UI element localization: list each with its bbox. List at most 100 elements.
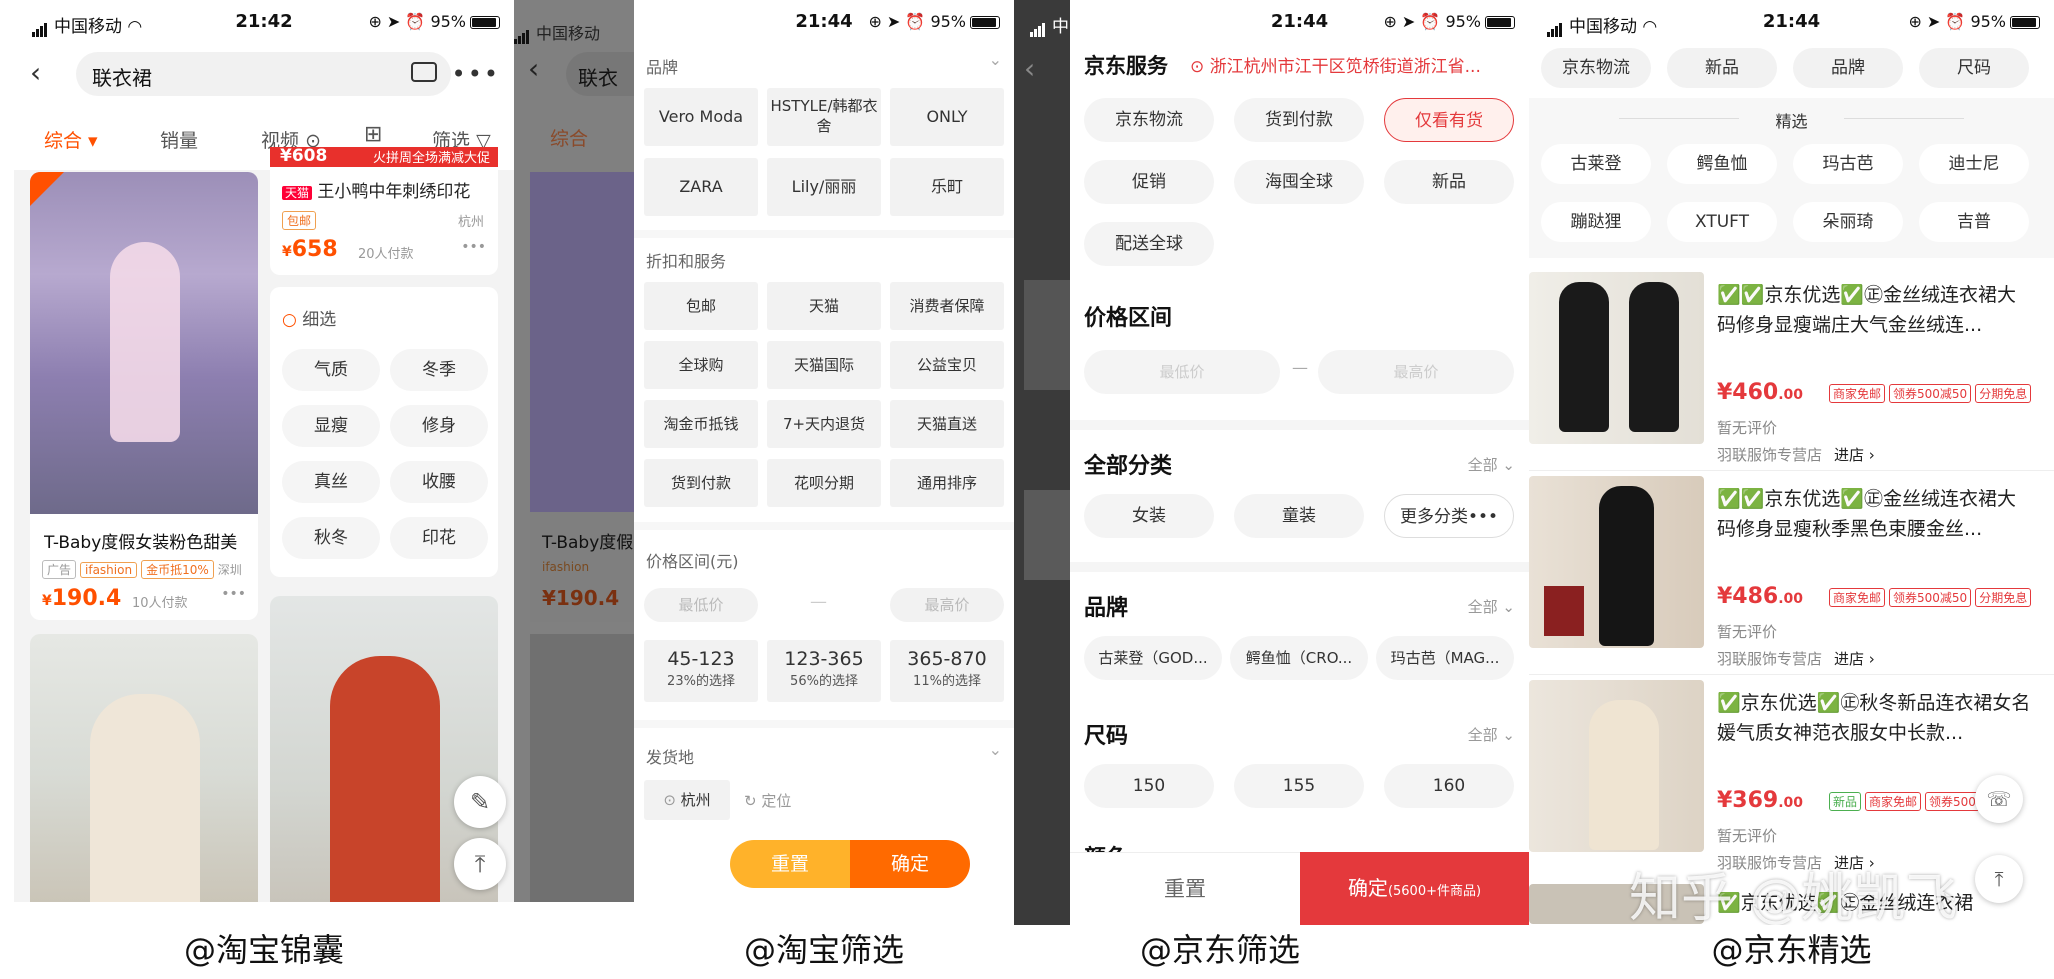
tab-sales[interactable]: 销量 (160, 126, 198, 153)
brand-option[interactable]: ONLY (890, 88, 1004, 146)
max-price-input[interactable]: 最高价 (1318, 350, 1514, 394)
brand-chip[interactable]: 吉普 (1919, 202, 2029, 242)
brand-all-toggle[interactable]: 全部 ⌄ (1468, 596, 1515, 617)
back-icon[interactable]: ‹ (30, 56, 41, 89)
brand-option[interactable]: HSTYLE/韩都衣舍 (767, 88, 881, 146)
refine-chip[interactable]: 真丝 (282, 461, 380, 503)
brand-option[interactable]: 玛古芭（MAG... (1376, 636, 1514, 680)
service-option[interactable]: 天猫直送 (890, 400, 1004, 448)
price-range-option[interactable]: 45-123 23%的选择 (644, 640, 758, 702)
search-input[interactable]: 联衣 (566, 52, 634, 96)
refine-chip[interactable]: 冬季 (390, 349, 488, 391)
size-option[interactable]: 150 (1084, 764, 1214, 808)
refine-chip[interactable]: 印花 (390, 517, 488, 559)
chevron-down-icon[interactable]: ⌄ (989, 740, 1002, 759)
product-card[interactable]: ¥608 火拼周全场满减大促 天猫 王小鸭中年刺绣印花 包邮 杭州 ¥658 20… (270, 147, 498, 275)
quick-filter-chip[interactable]: 京东物流 (1541, 48, 1651, 88)
refine-chip[interactable]: 显瘦 (282, 405, 380, 447)
brand-chip[interactable]: 古莱登 (1541, 144, 1651, 184)
category-all-toggle[interactable]: 全部 ⌄ (1468, 454, 1515, 475)
more-categories-button[interactable]: 更多分类••• (1384, 494, 1514, 538)
product-item[interactable]: ✅✅京东优选✅㊣金丝绒连衣裙大码修身显瘦秋季黑色束腰金丝... ¥486.00 … (1529, 476, 2054, 681)
service-option[interactable]: 公益宝贝 (890, 341, 1004, 389)
service-option[interactable]: 促销 (1084, 160, 1214, 204)
service-option[interactable]: 全球购 (644, 341, 758, 389)
brand-chip[interactable]: 朵丽琦 (1793, 202, 1903, 242)
back-icon[interactable]: ‹ (528, 52, 539, 85)
size-option[interactable]: 155 (1234, 764, 1364, 808)
min-price-input[interactable]: 最低价 (1084, 350, 1280, 394)
service-option[interactable]: 货到付款 (1234, 98, 1364, 142)
enter-shop-link[interactable]: 进店 › (1834, 444, 1875, 465)
service-option[interactable]: 新品 (1384, 160, 1514, 204)
enter-shop-link[interactable]: 进店 › (1834, 648, 1875, 669)
brand-option[interactable]: ZARA (644, 158, 758, 216)
more-icon[interactable]: ••• (452, 60, 500, 88)
brand-chip[interactable]: 迪士尼 (1919, 144, 2029, 184)
refine-chip[interactable]: 修身 (390, 405, 488, 447)
chevron-down-icon[interactable]: ⌄ (989, 50, 1002, 69)
refine-chip[interactable]: 秋冬 (282, 517, 380, 559)
more-icon[interactable]: ••• (461, 239, 486, 255)
brand-option[interactable]: 古莱登（GOD... (1084, 636, 1222, 680)
tab-comprehensive[interactable]: 综合 ▾ (44, 126, 98, 153)
refine-chip[interactable]: 收腰 (390, 461, 488, 503)
service-option[interactable]: 包邮 (644, 282, 758, 330)
quick-filter-chip[interactable]: 尺码 (1919, 48, 2029, 88)
back-to-top-icon[interactable]: ⤒ (1975, 855, 2023, 903)
customer-service-icon[interactable]: ☏ (1975, 775, 2023, 823)
product-item[interactable]: ✅✅京东优选✅㊣金丝绒连衣裙大码修身显瘦端庄大气金丝绒连... ¥460.00 … (1529, 272, 2054, 477)
service-option[interactable]: 海囤全球 (1234, 160, 1364, 204)
product-item[interactable]: ✅京东优选✅㊣秋冬新品连衣裙女名媛气质女神范衣服女中长款... ¥369.00 … (1529, 680, 2054, 885)
locate-button[interactable]: ↻ 定位 (744, 790, 791, 811)
service-option[interactable]: 通用排序 (890, 459, 1004, 507)
confirm-button[interactable]: 确定(5600+件商品) (1300, 852, 1529, 925)
brand-option[interactable]: Lily/丽丽 (767, 158, 881, 216)
back-to-top-icon[interactable]: ⤒ (454, 838, 506, 890)
battery-icon (1485, 16, 1515, 29)
size-option[interactable]: 160 (1384, 764, 1514, 808)
max-price-input[interactable]: 最高价 (890, 588, 1004, 622)
price-range-option[interactable]: 123-365 56%的选择 (767, 640, 881, 702)
service-option[interactable]: 7+天内退货 (767, 400, 881, 448)
search-input[interactable]: 联衣裙 (76, 52, 451, 96)
brand-option[interactable]: 乐町 (890, 158, 1004, 216)
confirm-button[interactable]: 确定 (850, 840, 970, 888)
ship-city-option[interactable]: ⊙ 杭州 (644, 780, 730, 820)
brand-chip[interactable]: 鳄鱼恤 (1667, 144, 1777, 184)
min-price-input[interactable]: 最低价 (644, 588, 758, 622)
service-option-selected[interactable]: 仅看有货 (1384, 98, 1514, 142)
reset-button[interactable]: 重置 (1070, 852, 1300, 925)
camera-icon[interactable] (411, 62, 437, 82)
product-image[interactable] (30, 634, 258, 902)
service-option[interactable]: 天猫 (767, 282, 881, 330)
status-bar: 中国移动 ◠ 21:44 ⊕ ➤ ⏰ 95% (1529, 0, 2054, 46)
category-option[interactable]: 女装 (1084, 494, 1214, 538)
grid-view-icon[interactable]: ⊞ (364, 122, 382, 147)
price-range-option[interactable]: 365-870 11%的选择 (890, 640, 1004, 702)
service-option[interactable]: 配送全球 (1084, 222, 1214, 266)
quick-filter-chip[interactable]: 品牌 (1793, 48, 1903, 88)
tab-comprehensive[interactable]: 综合 (550, 124, 588, 151)
product-card[interactable]: T-Baby度假女装粉色甜美 广告 ifashion 金币抵10% 深圳 ¥190.4… (30, 172, 258, 620)
brand-chip[interactable]: 玛古芭 (1793, 144, 1903, 184)
service-option[interactable]: 天猫国际 (767, 341, 881, 389)
category-option[interactable]: 童装 (1234, 494, 1364, 538)
service-option[interactable]: 京东物流 (1084, 98, 1214, 142)
brand-option[interactable]: 鳄鱼恤（CRO... (1230, 636, 1368, 680)
reset-button[interactable]: 重置 (730, 840, 850, 888)
more-icon[interactable]: ••• (221, 586, 246, 602)
brand-chip[interactable]: XTUFT (1667, 202, 1777, 242)
brand-option[interactable]: Vero Moda (644, 88, 758, 146)
service-option[interactable]: 花呗分期 (767, 459, 881, 507)
note-icon[interactable]: ✎ (454, 776, 506, 828)
size-all-toggle[interactable]: 全部 ⌄ (1468, 724, 1515, 745)
quick-filter-chip[interactable]: 新品 (1667, 48, 1777, 88)
back-icon[interactable]: ‹ (1024, 52, 1035, 85)
brand-chip[interactable]: 蹦跶狸 (1541, 202, 1651, 242)
service-option[interactable]: 货到付款 (644, 459, 758, 507)
service-option[interactable]: 淘金币抵钱 (644, 400, 758, 448)
address-selector[interactable]: ⊙ 浙江杭州市江干区笕桥街道浙江省... (1190, 52, 1520, 77)
service-option[interactable]: 消费者保障 (890, 282, 1004, 330)
refine-chip[interactable]: 气质 (282, 349, 380, 391)
